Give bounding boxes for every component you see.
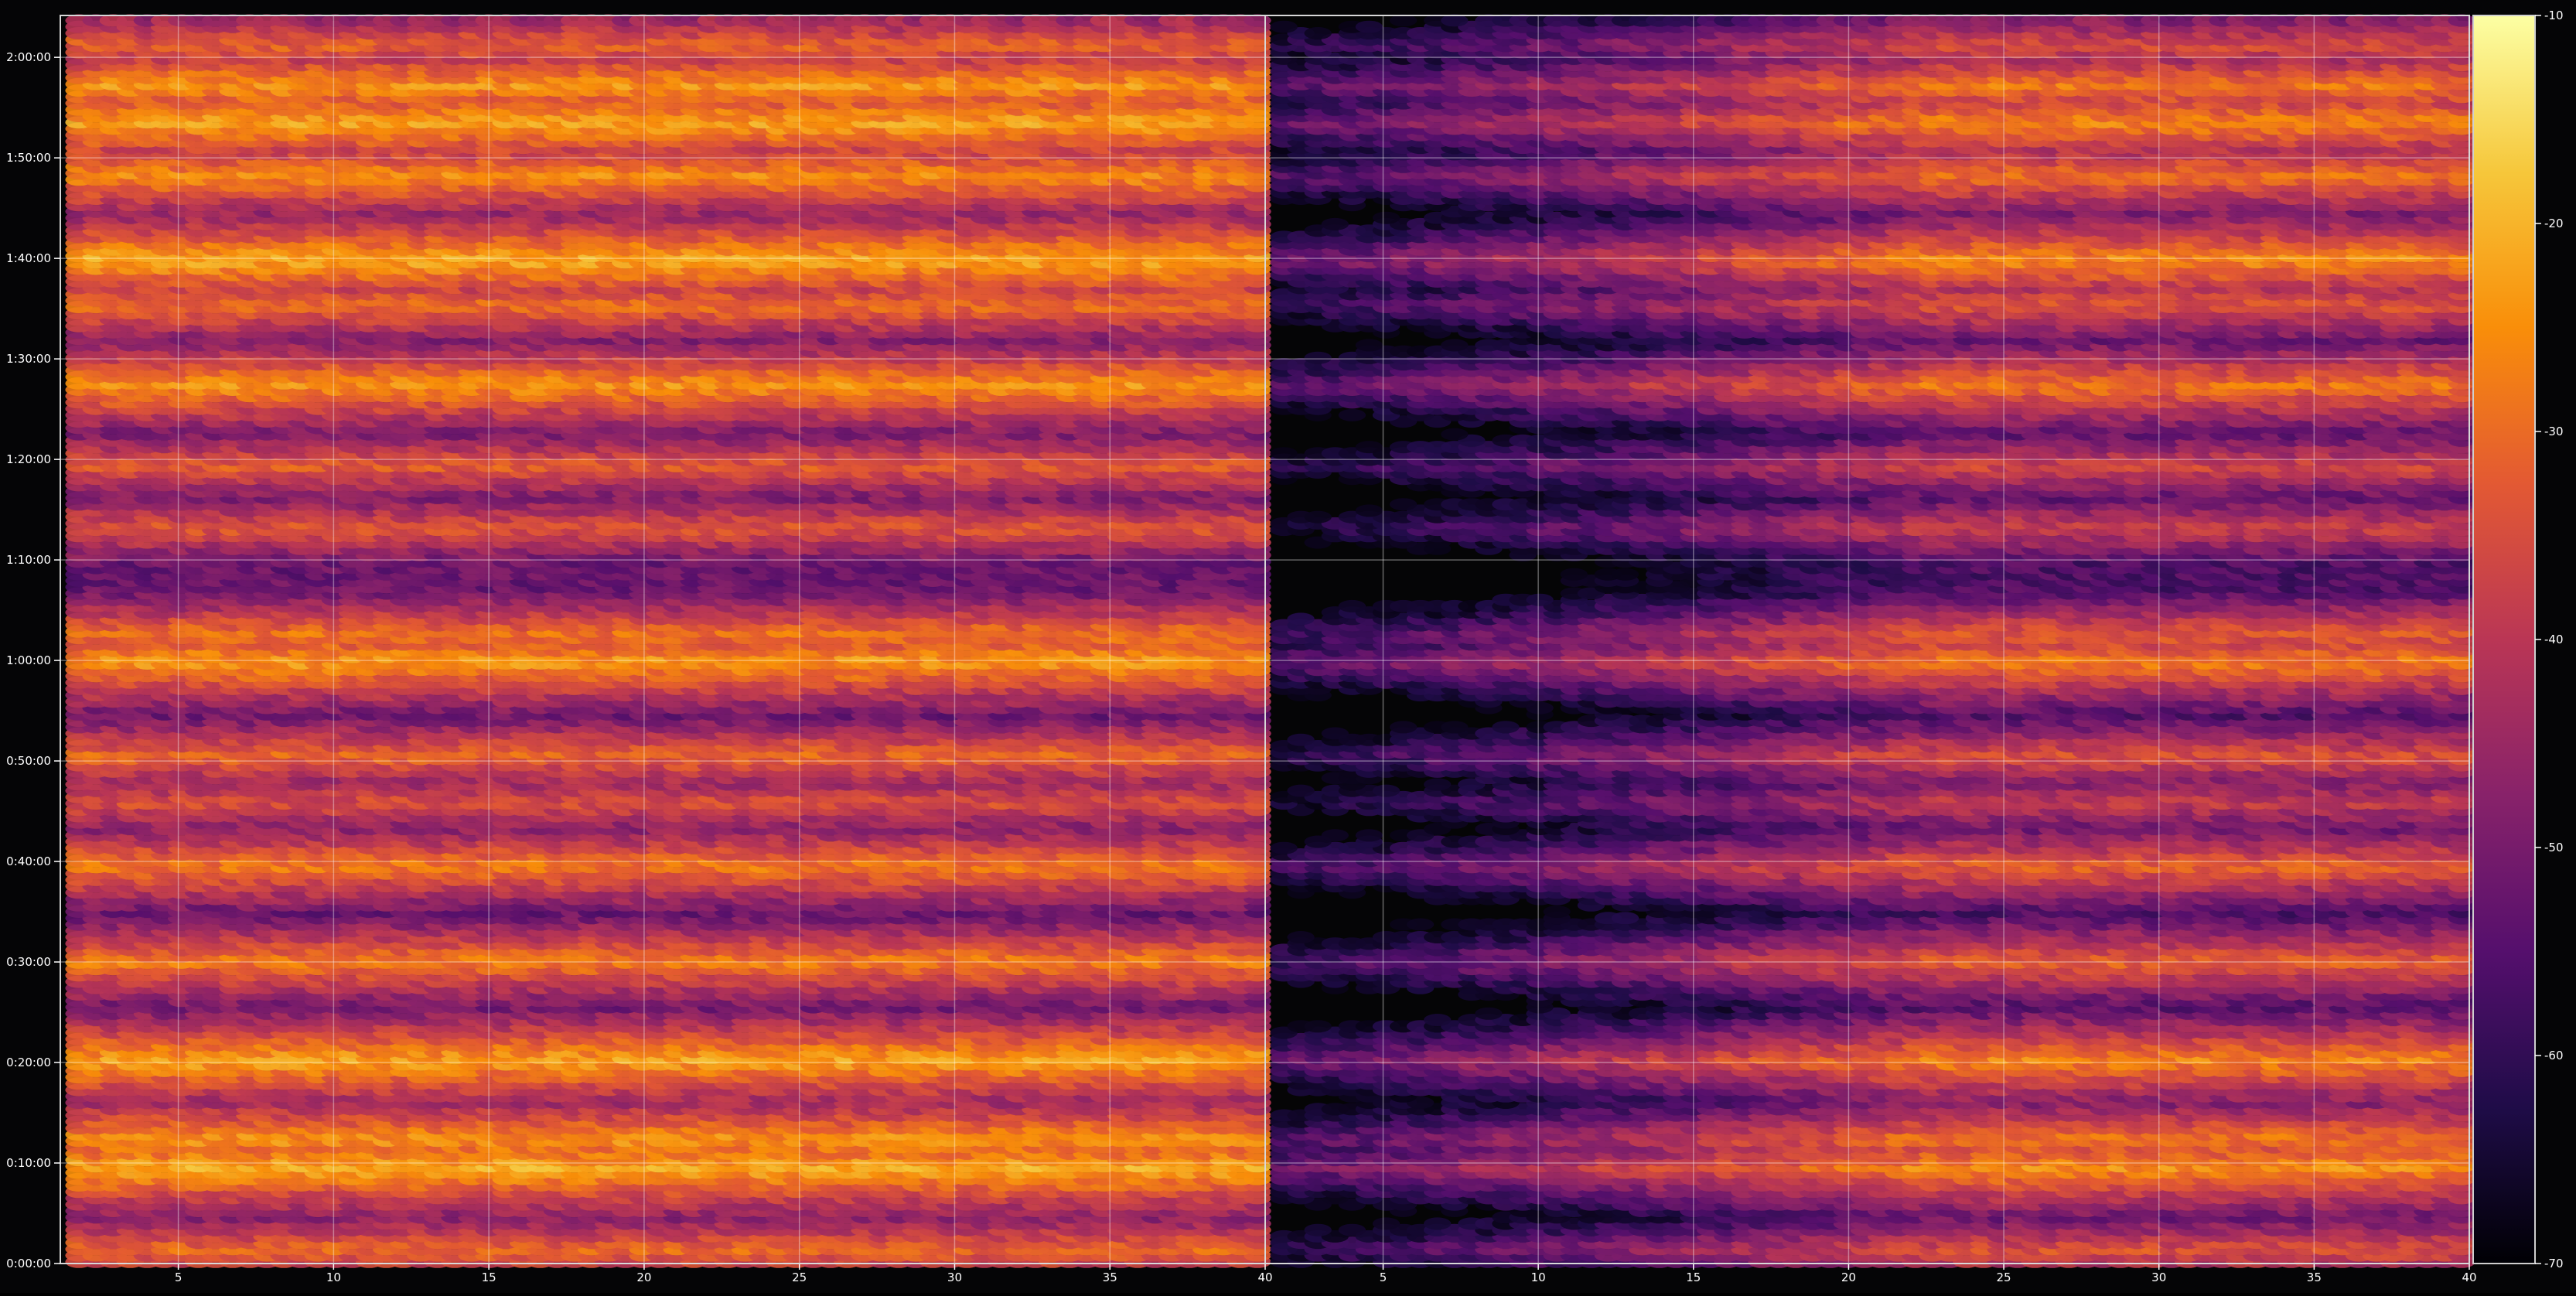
spectrogram-figure: 5 10 15 20 25 30 35 40 5 10 15 20 25 30 35 40 0:00:00 0:1… bbox=[0, 0, 2576, 1293]
plot-area bbox=[0, 0, 2576, 1293]
heatmap-chart: 5 10 15 20 25 30 35 40 5 10 15 20 25 30 35 400:00:000:1… bbox=[0, 0, 2576, 1293]
